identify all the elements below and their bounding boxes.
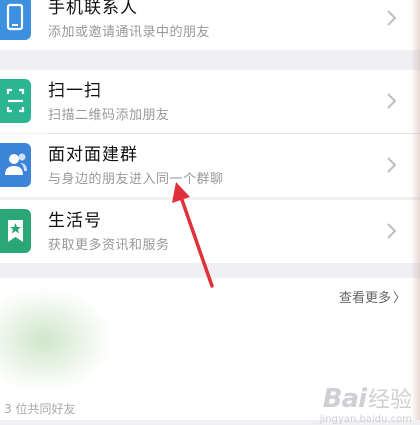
blurred-avatar xyxy=(0,290,110,390)
list-item-title: 扫一扫 xyxy=(48,81,102,101)
list-item-subtitle: 扫描二维码添加朋友 xyxy=(48,108,170,123)
list-item-scan[interactable]: 扫一扫 扫描二维码添加朋友 xyxy=(0,70,420,133)
list-item-title: 生活号 xyxy=(48,211,102,231)
chevron-right-icon: 〉 xyxy=(392,291,406,306)
list-item-title: 面对面建群 xyxy=(48,145,138,165)
watermark-brand: Bai xyxy=(322,384,367,414)
list-item-life-account[interactable]: 生活号 获取更多资讯和服务 xyxy=(0,200,420,263)
chevron-right-icon xyxy=(387,157,397,173)
common-friends-count: 3 位共同好友 xyxy=(4,402,76,416)
list-item-subtitle: 获取更多资讯和服务 xyxy=(48,238,170,253)
list-item-title: 手机联系人 xyxy=(48,0,138,18)
life-account-icon xyxy=(0,209,31,253)
list-item-phone-contacts[interactable]: 手机联系人 添加或邀请通讯录中的朋友 xyxy=(0,0,420,50)
watermark-logo: Bai经验 jingyan.baidu.com xyxy=(320,382,412,425)
chevron-right-icon xyxy=(387,93,397,109)
watermark-brand-cn: 经验 xyxy=(367,388,412,413)
chevron-right-icon xyxy=(387,223,397,239)
scan-icon xyxy=(0,79,31,123)
edge-shadow xyxy=(411,0,420,420)
phone-icon xyxy=(0,0,31,40)
list-item-subtitle: 与身边的朋友进入同一个群聊 xyxy=(48,172,224,187)
list-item-subtitle: 添加或邀请通讯录中的朋友 xyxy=(48,25,211,40)
list-item-face-to-face-group[interactable]: 面对面建群 与身边的朋友进入同一个群聊 xyxy=(0,134,420,197)
see-more-label: 查看更多 xyxy=(338,291,391,306)
see-more-link[interactable]: 查看更多〉 xyxy=(339,287,406,306)
people-icon xyxy=(0,143,31,187)
chevron-right-icon xyxy=(387,10,397,26)
